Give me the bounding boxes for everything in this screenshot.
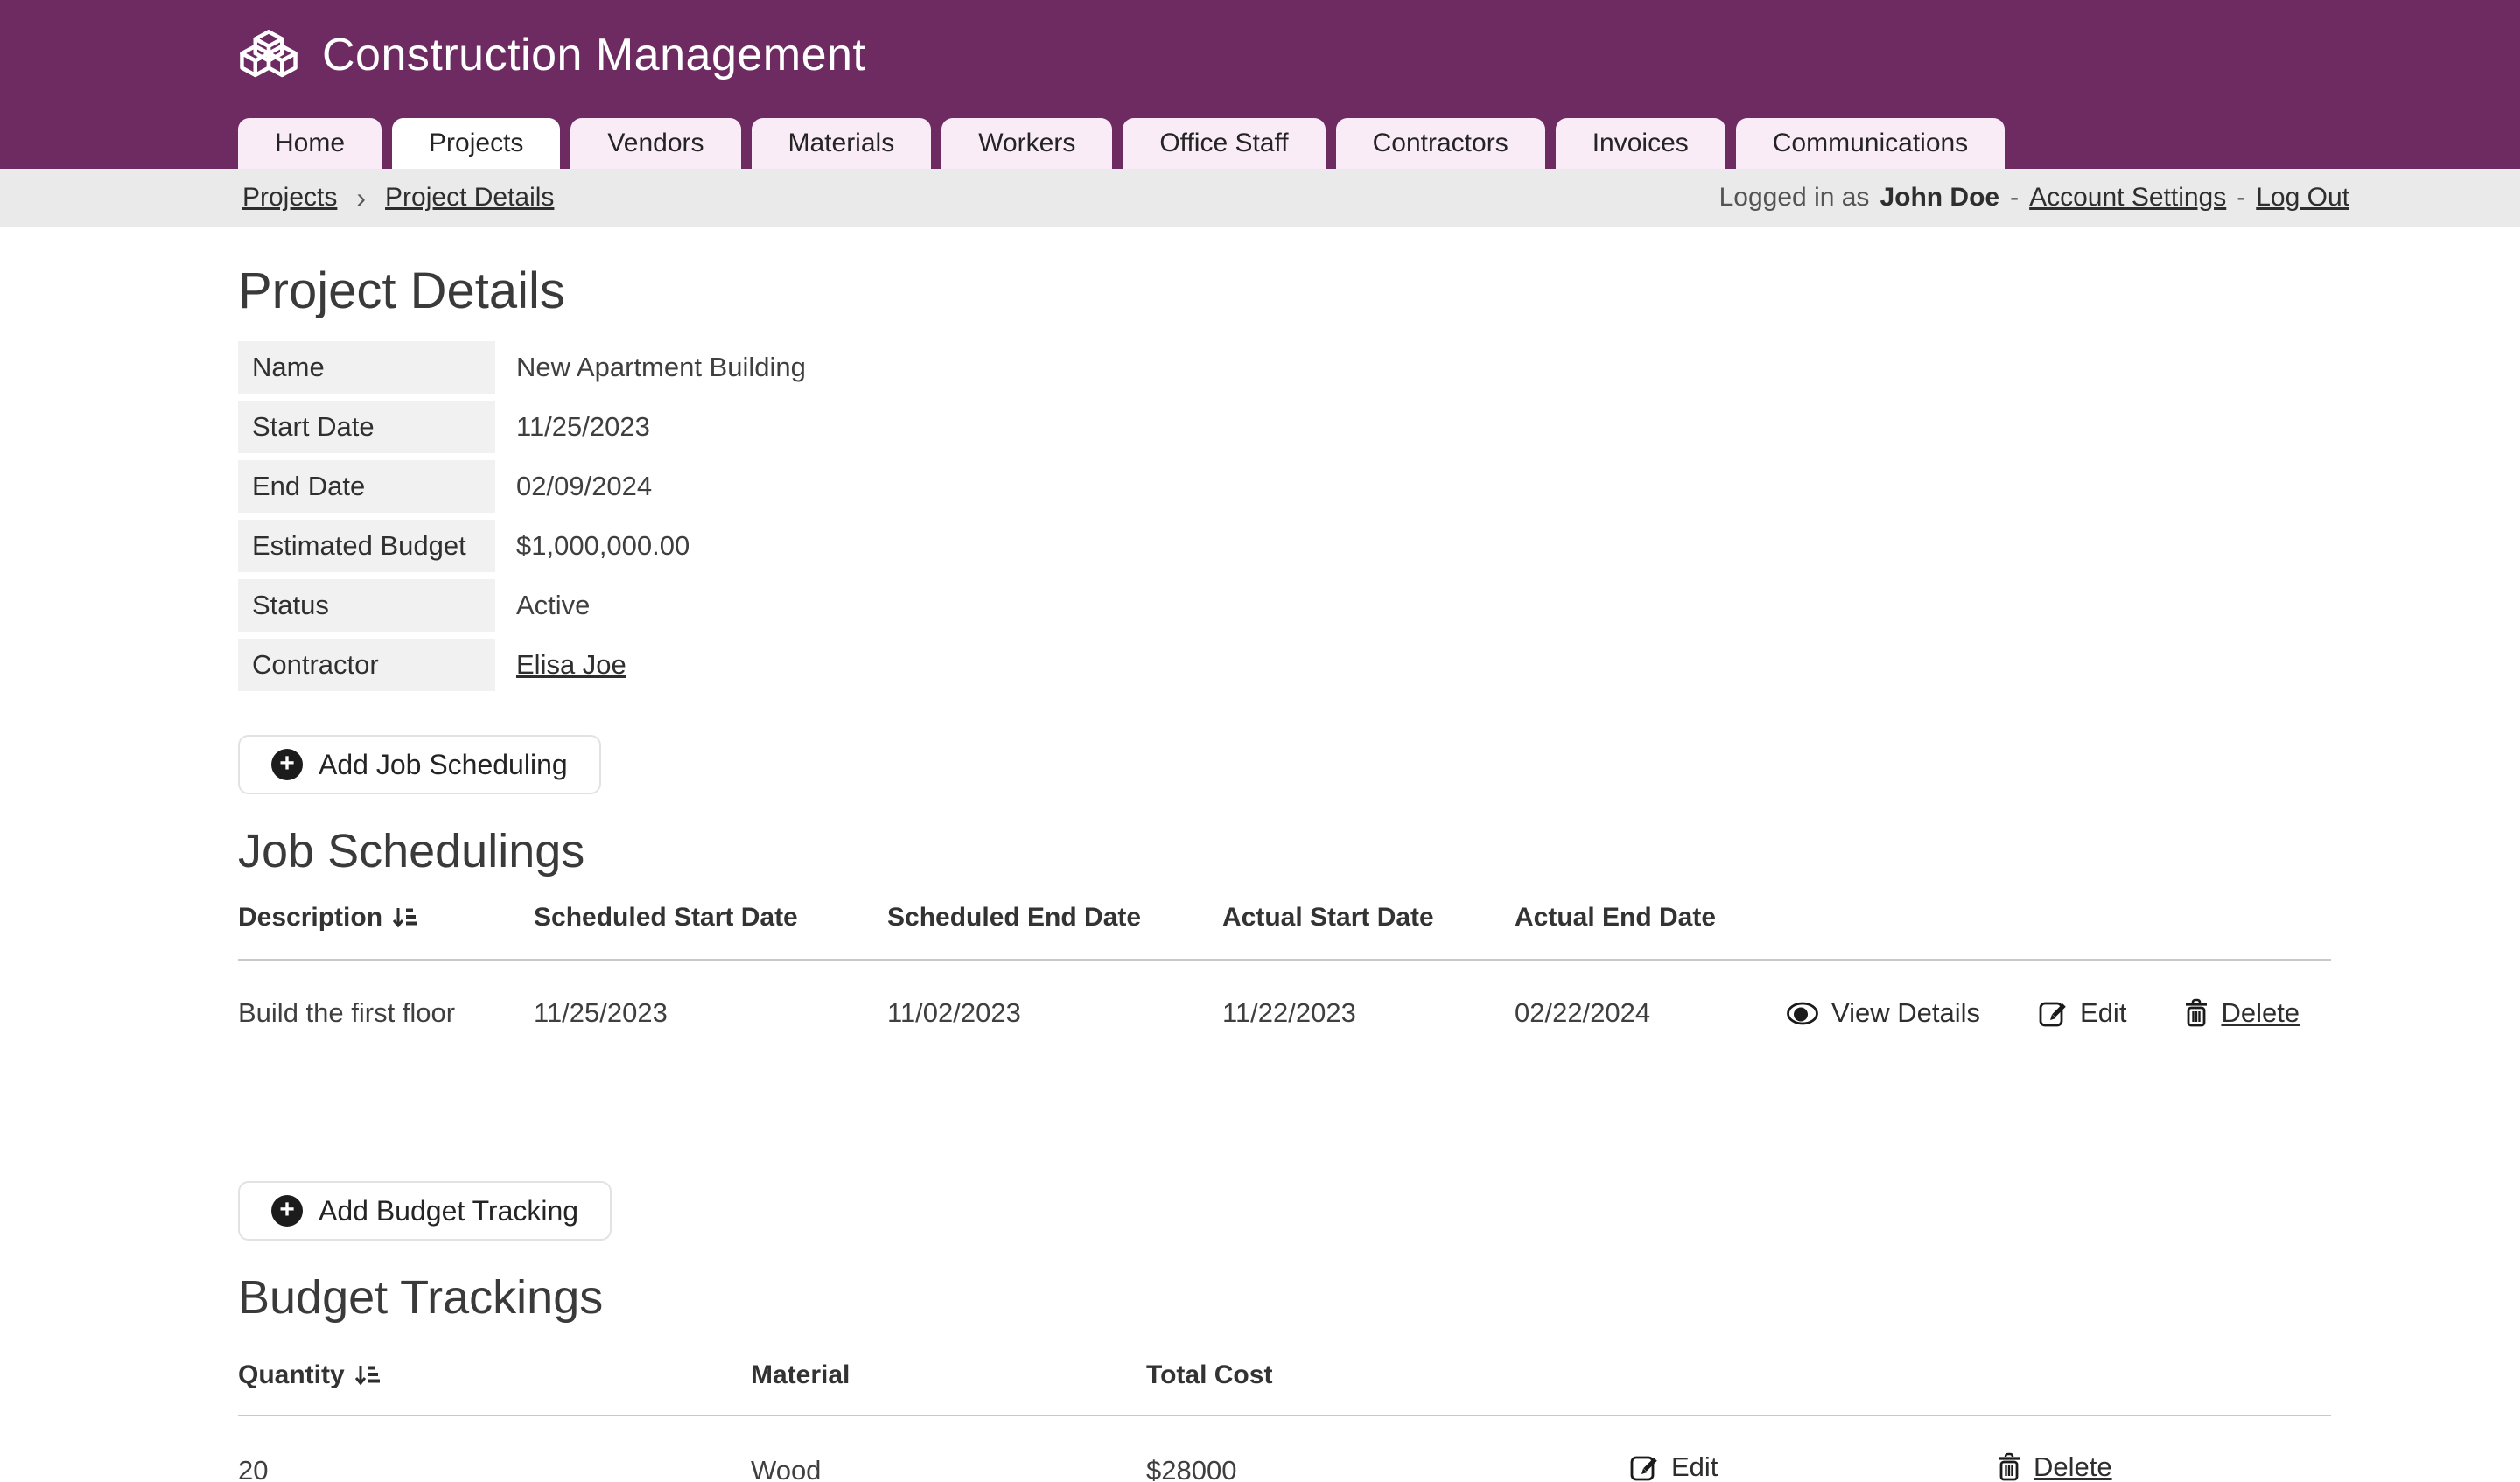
job-schedulings-heading: Job Schedulings — [238, 824, 2331, 878]
cell-actual-start: 11/22/2023 — [1222, 960, 1515, 1069]
cell-material: Wood — [751, 1416, 1146, 1482]
session-info: Logged in as John Doe - Account Settings… — [1719, 183, 2349, 213]
field-row-start-date: Start Date 11/25/2023 — [238, 401, 2331, 453]
breadcrumb-link-projects[interactable]: Projects — [242, 183, 337, 213]
column-header-total-cost: Total Cost — [1146, 1346, 1629, 1416]
column-header-actual-start-date: Actual Start Date — [1222, 889, 1515, 960]
breadcrumb-bar: Projects › Project Details Logged in as … — [0, 169, 2520, 227]
tab-invoices[interactable]: Invoices — [1556, 118, 1726, 169]
cell-actual-end: 02/22/2024 — [1515, 960, 1786, 1069]
column-header-actions — [1786, 889, 2331, 960]
field-row-name: Name New Apartment Building — [238, 341, 2331, 394]
budget-table-header-row: Quantity — [238, 1346, 2331, 1416]
delete-action[interactable]: Delete — [1997, 1451, 2112, 1482]
session-username: John Doe — [1880, 183, 1999, 213]
column-header-scheduled-start-date: Scheduled Start Date — [534, 889, 887, 960]
account-settings-link[interactable]: Account Settings — [2029, 183, 2226, 213]
brand: Construction Management — [238, 0, 2520, 82]
page-title: Project Details — [238, 262, 2331, 320]
column-header-description: Description — [238, 889, 534, 960]
budget-trackings-table: Quantity — [238, 1346, 2331, 1482]
app-header: Construction Management Home Projects Ve… — [0, 0, 2520, 169]
delete-action[interactable]: Delete — [2184, 997, 2300, 1029]
field-label: Estimated Budget — [238, 520, 495, 572]
pen-square-icon — [1629, 1452, 1659, 1482]
field-row-status: Status Active — [238, 579, 2331, 632]
breadcrumb: Projects › Project Details — [242, 182, 554, 214]
cell-scheduled-start: 11/25/2023 — [534, 960, 887, 1069]
tab-vendors[interactable]: Vendors — [570, 118, 740, 169]
tab-workers[interactable]: Workers — [942, 118, 1112, 169]
field-row-end-date: End Date 02/09/2024 — [238, 460, 2331, 513]
eye-icon — [1786, 1002, 1819, 1025]
session-separator: - — [2010, 183, 2019, 213]
trash-icon — [2184, 998, 2208, 1028]
column-header-actual-end-date: Actual End Date — [1515, 889, 1786, 960]
project-details-table: Name New Apartment Building Start Date 1… — [238, 341, 2331, 691]
add-budget-tracking-button[interactable]: + Add Budget Tracking — [238, 1181, 612, 1241]
field-label: Name — [238, 341, 495, 394]
tab-materials[interactable]: Materials — [752, 118, 932, 169]
job-scheduling-row: Build the first floor 11/25/2023 11/02/2… — [238, 960, 2331, 1069]
field-value: 02/09/2024 — [516, 460, 652, 513]
field-value: 11/25/2023 — [516, 401, 650, 453]
breadcrumb-link-project-details[interactable]: Project Details — [385, 183, 554, 213]
edit-action[interactable]: Edit — [1629, 1451, 1718, 1482]
job-schedulings-table: Description — [238, 889, 2331, 1069]
column-header-scheduled-end-date: Scheduled End Date — [887, 889, 1222, 960]
field-value: Elisa Joe — [516, 639, 626, 691]
tab-contractors[interactable]: Contractors — [1336, 118, 1545, 169]
column-header-material: Material — [751, 1346, 1146, 1416]
field-label: Contractor — [238, 639, 495, 691]
pen-square-icon — [2038, 998, 2068, 1028]
row-actions: View Details Edit — [1786, 997, 2331, 1029]
main-content: Project Details Name New Apartment Build… — [0, 262, 2520, 1482]
tab-projects[interactable]: Projects — [392, 118, 560, 169]
cubes-icon — [238, 28, 299, 82]
job-table-header-row: Description — [238, 889, 2331, 960]
column-header-quantity: Quantity — [238, 1346, 751, 1416]
sort-amount-down-icon[interactable] — [391, 905, 417, 930]
field-value: New Apartment Building — [516, 341, 806, 394]
add-budget-tracking-label: Add Budget Tracking — [318, 1195, 578, 1227]
sort-amount-down-icon[interactable] — [354, 1363, 380, 1388]
contractor-link[interactable]: Elisa Joe — [516, 649, 626, 681]
cell-total-cost: $28000 — [1146, 1416, 1629, 1482]
tab-home[interactable]: Home — [238, 118, 382, 169]
view-details-action[interactable]: View Details — [1786, 997, 1980, 1029]
app-title: Construction Management — [322, 29, 865, 81]
column-header-actions — [1629, 1346, 1997, 1416]
tab-communications[interactable]: Communications — [1736, 118, 2005, 169]
session-prefix: Logged in as — [1719, 183, 1870, 213]
tab-office-staff[interactable]: Office Staff — [1123, 118, 1325, 169]
add-job-scheduling-label: Add Job Scheduling — [318, 749, 568, 781]
budget-trackings-heading: Budget Trackings — [238, 1270, 2331, 1325]
session-separator: - — [2236, 183, 2245, 213]
budget-tracking-row: 20 Wood $28000 Edit — [238, 1416, 2331, 1482]
main-nav: Home Projects Vendors Materials Workers … — [238, 118, 2005, 169]
edit-action[interactable]: Edit — [2038, 997, 2126, 1029]
field-row-estimated-budget: Estimated Budget $1,000,000.00 — [238, 520, 2331, 572]
plus-circle-icon: + — [271, 1195, 303, 1227]
field-label: Status — [238, 579, 495, 632]
chevron-right-icon: › — [356, 182, 366, 214]
cell-description: Build the first floor — [238, 960, 534, 1069]
log-out-link[interactable]: Log Out — [2256, 183, 2349, 213]
cell-scheduled-end: 11/02/2023 — [887, 960, 1222, 1069]
column-header-actions — [1997, 1346, 2331, 1416]
field-label: Start Date — [238, 401, 495, 453]
field-label: End Date — [238, 460, 495, 513]
trash-icon — [1997, 1452, 2021, 1482]
cell-quantity: 20 — [238, 1416, 751, 1482]
field-value: Active — [516, 579, 590, 632]
plus-circle-icon: + — [271, 749, 303, 780]
add-job-scheduling-button[interactable]: + Add Job Scheduling — [238, 735, 601, 794]
field-value: $1,000,000.00 — [516, 520, 690, 572]
field-row-contractor: Contractor Elisa Joe — [238, 639, 2331, 691]
